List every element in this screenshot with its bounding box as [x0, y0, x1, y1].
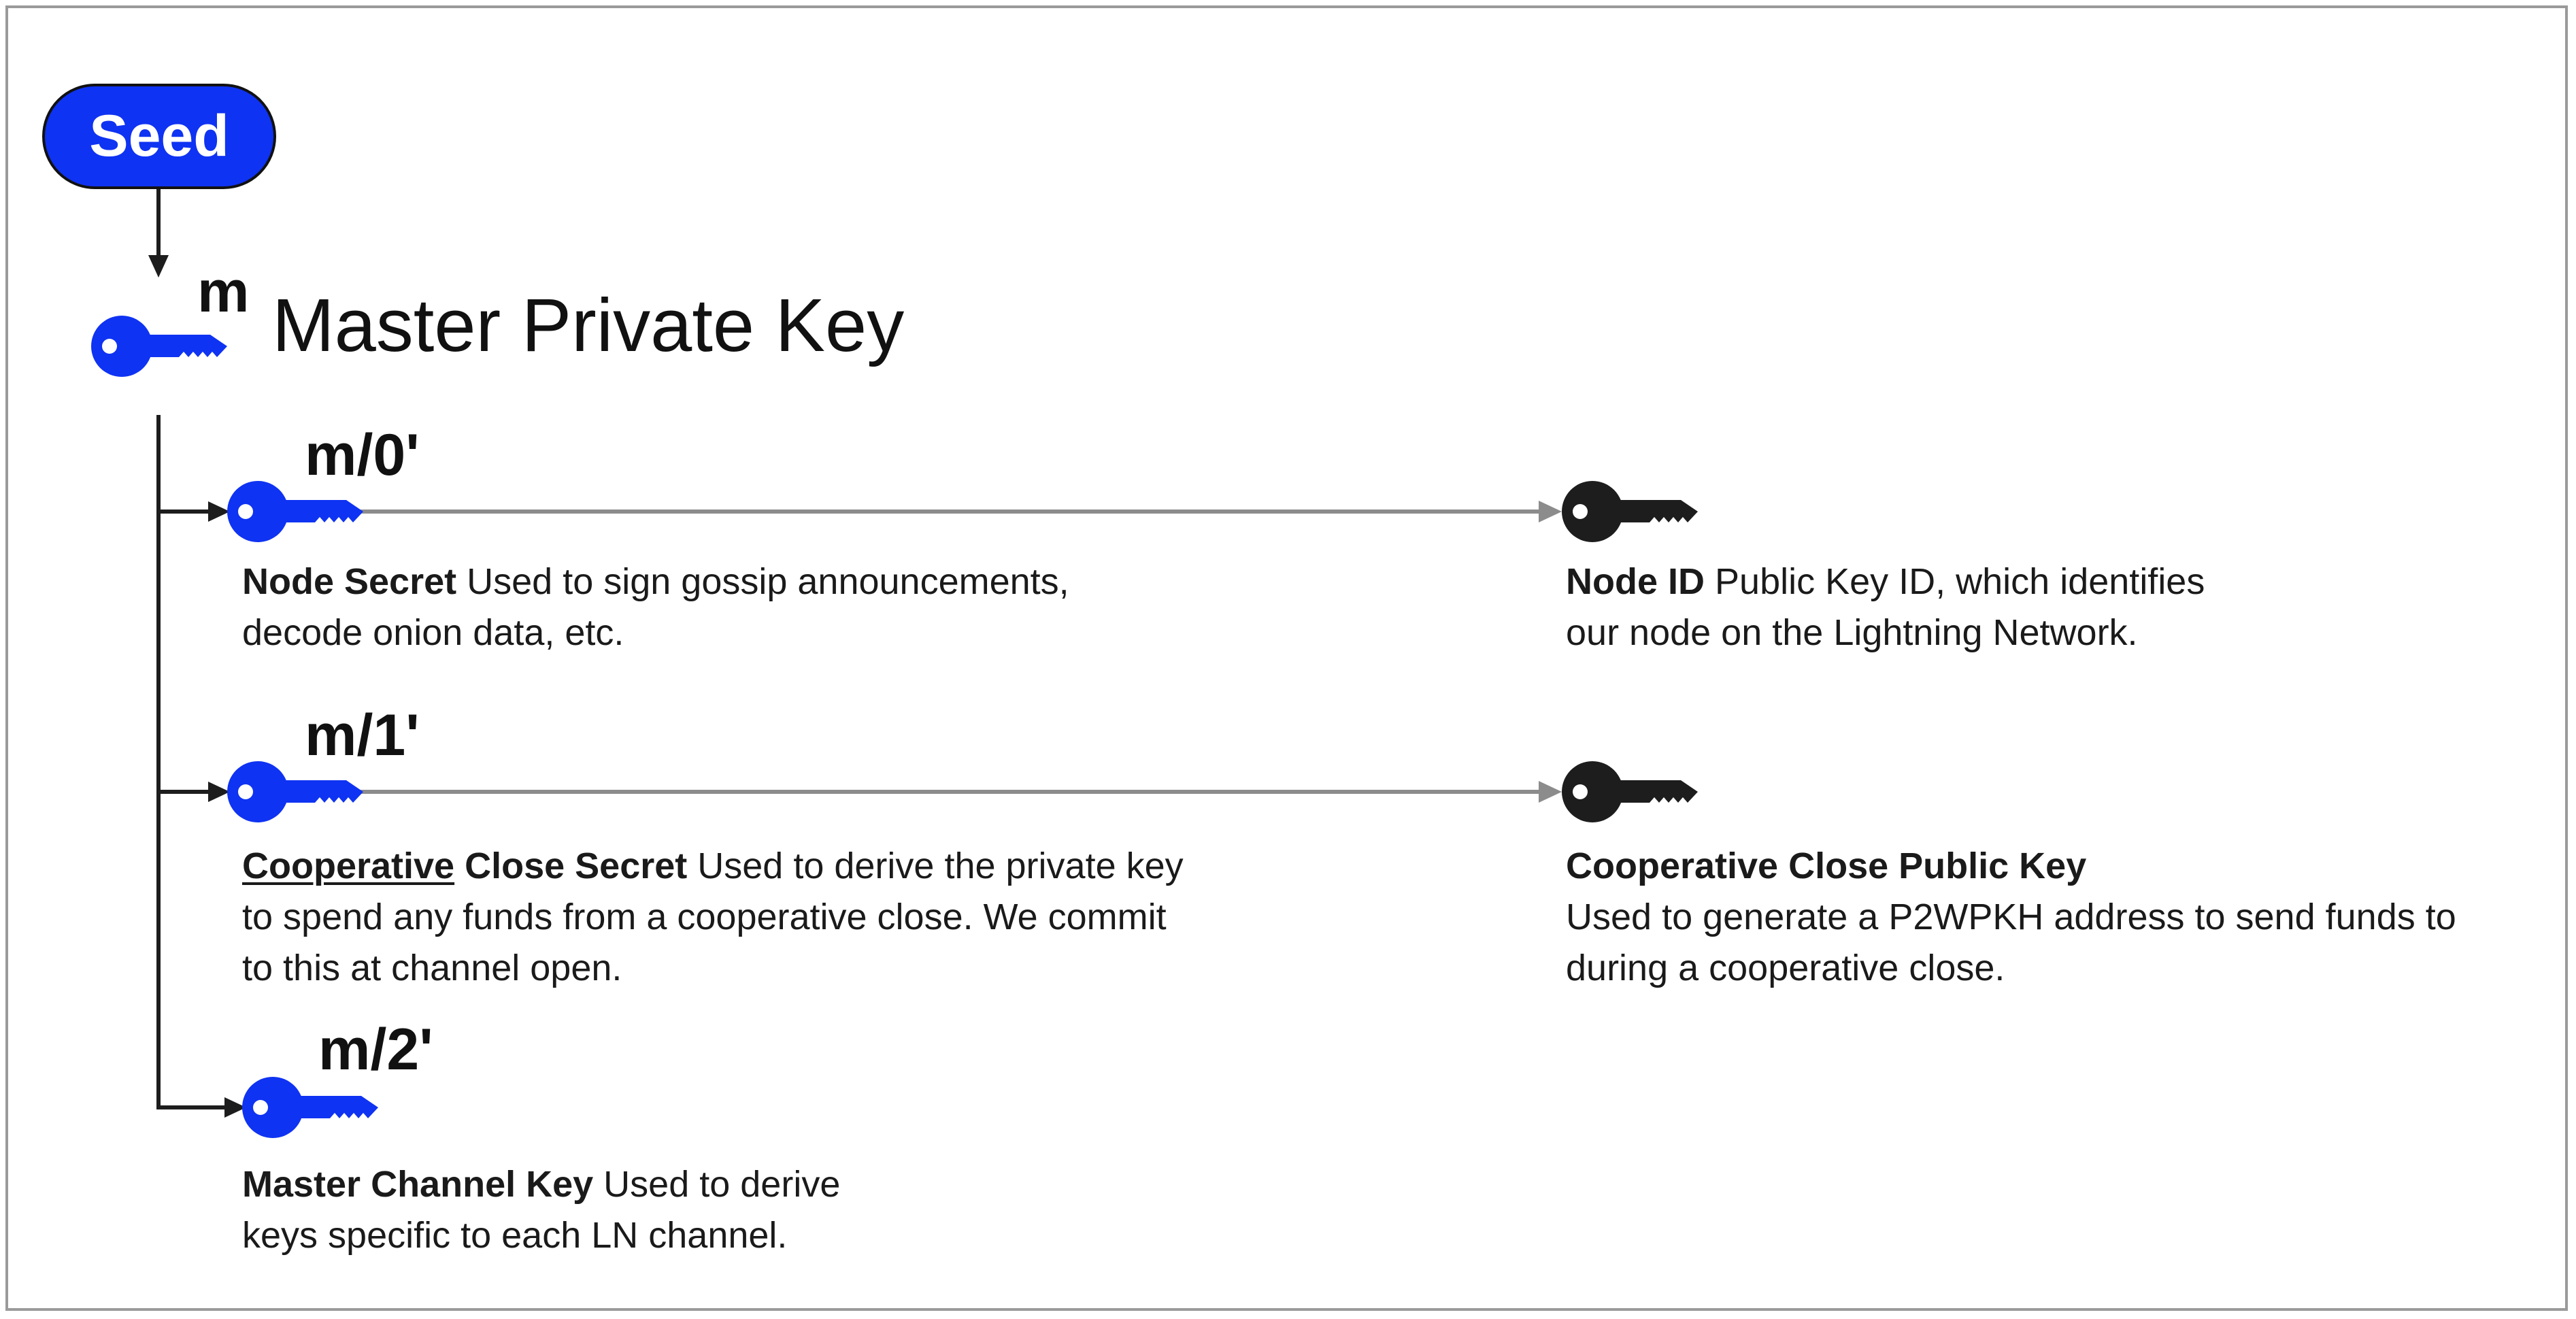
- node-id-line-1: Public Key ID, which identifies: [1705, 561, 2205, 602]
- master-channel-key-line-1: Used to derive: [593, 1164, 841, 1205]
- master-path-label: m: [197, 259, 250, 324]
- coop-close-secret-line-1: Used to derive the private key: [687, 846, 1184, 886]
- branch-2-path-label: m/2': [318, 1017, 433, 1082]
- coop-close-secret-name-underlined: Cooperative: [242, 846, 455, 886]
- node-id-description: Node ID Public Key ID, which identifies …: [1566, 556, 2205, 658]
- node-id-key-icon: [1562, 481, 1698, 542]
- node-secret-name: Node Secret: [242, 561, 457, 602]
- branch-0-path-label: m/0': [305, 422, 420, 488]
- coop-close-secret-name-rest: Close Secret: [454, 846, 688, 886]
- master-channel-key-name: Master Channel Key: [242, 1164, 594, 1205]
- node-id-name: Node ID: [1566, 561, 1705, 602]
- master-channel-key-description: Master Channel Key Used to derive keys s…: [242, 1159, 840, 1261]
- coop-close-secret-line-3: to this at channel open.: [242, 948, 622, 988]
- coop-close-public-line-2: during a cooperative close.: [1566, 948, 2005, 988]
- node-secret-line-1: Used to sign gossip announcements,: [456, 561, 1069, 602]
- coop-close-secret-line-2: to spend any funds from a cooperative cl…: [242, 897, 1167, 937]
- branch-1-path-label: m/1': [305, 703, 420, 768]
- seed-node: Seed: [42, 84, 276, 189]
- pub-arrow-1-head: [1539, 781, 1562, 803]
- seed-label: Seed: [89, 103, 229, 169]
- coop-close-secret-description: Cooperative Close Secret Used to derive …: [242, 841, 1184, 994]
- coop-close-public-key-icon: [1562, 761, 1698, 822]
- coop-close-public-line-1: Used to generate a P2WPKH address to sen…: [1566, 897, 2456, 937]
- master-channel-key-icon: [242, 1077, 378, 1138]
- pub-arrow-0-head: [1539, 501, 1562, 522]
- connector-lines: [148, 189, 1562, 1118]
- seed-to-master-arrowhead: [148, 255, 169, 278]
- coop-close-public-description: Cooperative Close Public Key Used to gen…: [1566, 841, 2456, 994]
- trunk-line: [156, 415, 229, 1109]
- coop-close-public-name: Cooperative Close Public Key: [1566, 846, 2087, 886]
- node-id-line-2: our node on the Lightning Network.: [1566, 612, 2138, 653]
- node-secret-description: Node Secret Used to sign gossip announce…: [242, 556, 1069, 658]
- node-secret-line-2: decode onion data, etc.: [242, 612, 624, 653]
- master-title: Master Private Key: [272, 284, 905, 367]
- master-channel-key-line-2: keys specific to each LN channel.: [242, 1215, 788, 1256]
